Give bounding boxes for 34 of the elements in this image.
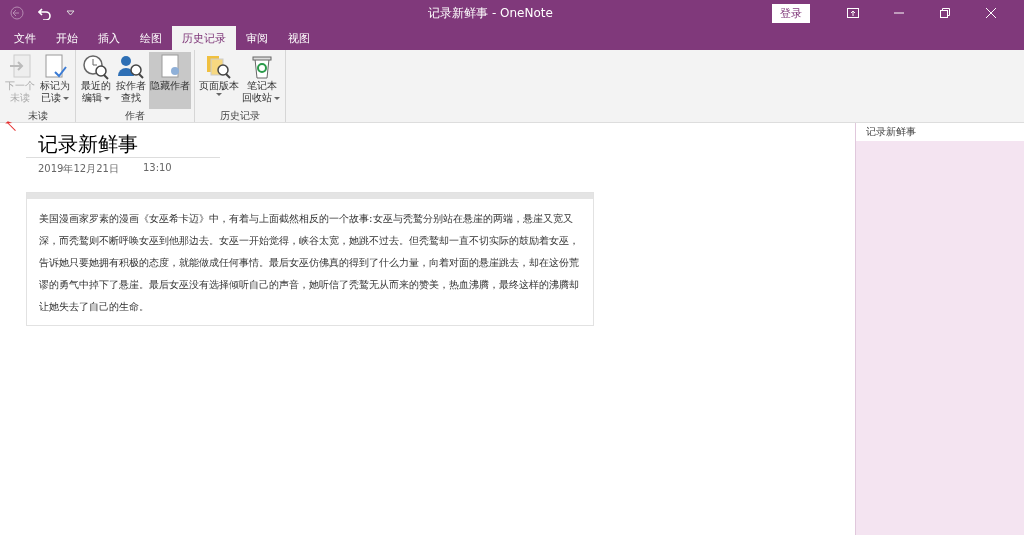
note-paragraph: 美国漫画家罗素的漫画《女巫希卡迈》中，有着与上面截然相反的一个故事:女巫与秃鹫分别站在悬崖的两端，悬崖又宽又深，而秃鹫则不断呼唤女巫到他那边去。女巫一开始觉得，峡谷太宽，她跳不过去。但秃鹫却一直不切实际的鼓励着女巫，告诉她只要她拥有积极的态度，就能做成任何事情。最后女巫仿佛真的得到了什么力量，向着对面的悬崖跳去，却在这份荒谬的勇气中掉下了悬崖。最后女巫没有选择倾听自己的声音，她听信了秃鹫无从而来的赞美，热血沸腾，最终这样的沸腾却让她失去了自己的生命。 xyxy=(38,211,580,314)
person-search-icon xyxy=(117,54,145,80)
ribbon-tab[interactable]: 视图 xyxy=(278,26,320,50)
page-arrow-icon xyxy=(8,54,32,80)
arrow-drawing xyxy=(4,121,18,131)
sign-in-button[interactable]: 登录 xyxy=(772,3,810,23)
ribbon-tab[interactable]: 绘图 xyxy=(130,26,172,50)
ribbon-button[interactable]: 页面版本 xyxy=(198,52,240,109)
undo-icon[interactable] xyxy=(38,6,52,20)
page-title: 记录新鲜事 xyxy=(26,131,220,158)
back-icon[interactable] xyxy=(10,6,24,20)
clock-search-icon xyxy=(82,54,110,80)
page-date: 2019年12月21日 xyxy=(38,162,119,176)
window-title: 记录新鲜事 - OneNote xyxy=(427,4,554,22)
ribbon-button[interactable]: 隐藏作者 xyxy=(149,52,191,109)
group-label: 作者 xyxy=(124,109,146,122)
ribbon-tab[interactable]: 开始 xyxy=(46,26,88,50)
ribbon-button[interactable]: 笔记本 回收站 xyxy=(241,52,282,109)
ribbon-button[interactable]: 标记为 已读 xyxy=(38,52,72,109)
ribbon-tab[interactable]: 历史记录 xyxy=(172,26,236,50)
ribbon-button[interactable]: 最近的 编辑 xyxy=(79,52,113,109)
page-person-icon xyxy=(158,54,182,80)
page-list-item[interactable]: 记录新鲜事 xyxy=(856,123,1024,141)
customize-caret-icon[interactable] xyxy=(66,10,75,16)
ribbon-tab[interactable]: 审阅 xyxy=(236,26,278,50)
ribbon-tab[interactable]: 插入 xyxy=(88,26,130,50)
pages-search-icon xyxy=(205,54,233,80)
page-time: 13:10 xyxy=(142,162,172,175)
ribbon-button[interactable]: 按作者 查找 xyxy=(114,52,148,109)
recycle-bin-icon xyxy=(249,54,274,80)
group-label: 未读 xyxy=(26,109,49,122)
group-label: 历史记录 xyxy=(219,109,261,122)
page-check-icon xyxy=(43,54,67,80)
ribbon-tab[interactable]: 文件 xyxy=(4,26,46,50)
